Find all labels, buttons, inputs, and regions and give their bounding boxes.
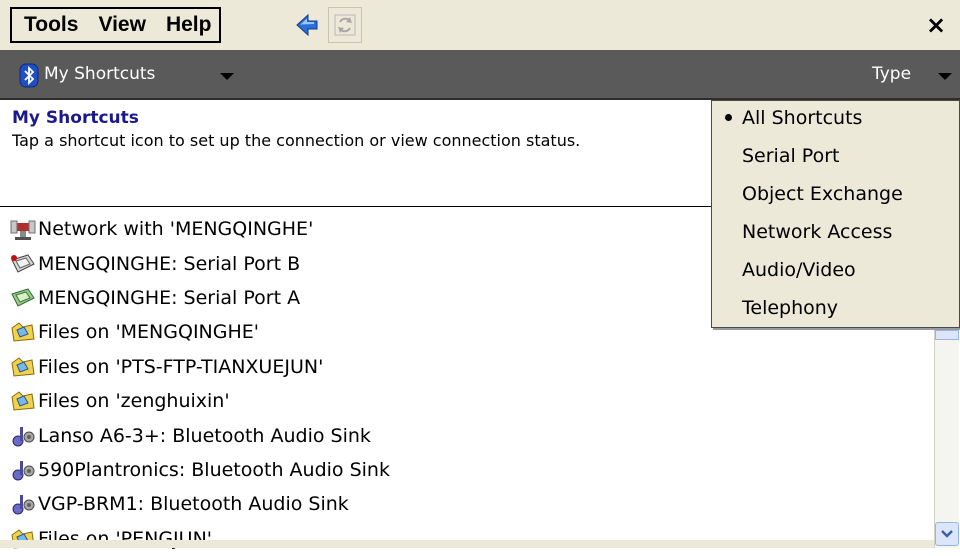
menu-bar: Tools View Help × xyxy=(0,0,960,50)
shortcut-item[interactable]: Files on 'PTS-FTP-TIANXUEJUN' xyxy=(10,350,925,384)
serial-port-icon xyxy=(10,252,36,276)
shortcut-label: MENGQINGHE: Serial Port A xyxy=(38,286,301,309)
serial-port-active-icon xyxy=(10,286,36,310)
filter-bar: My Shortcuts Type xyxy=(0,50,960,100)
type-option-network-access[interactable]: Network Access xyxy=(742,221,892,243)
chevron-down-icon xyxy=(941,530,953,538)
menu-view[interactable]: View xyxy=(98,13,145,37)
folder-icon xyxy=(10,389,36,413)
back-button[interactable] xyxy=(290,7,324,43)
folder-icon xyxy=(10,320,36,344)
shortcut-item[interactable]: 590Plantronics: Bluetooth Audio Sink xyxy=(10,453,925,487)
chevron-down-icon[interactable] xyxy=(220,73,234,80)
shortcut-item[interactable]: Files on 'zenghuixin' xyxy=(10,384,925,418)
folder-icon xyxy=(10,355,36,379)
bluetooth-icon xyxy=(19,63,39,88)
audio-icon xyxy=(10,424,36,448)
type-option-serial-port[interactable]: Serial Port xyxy=(742,145,839,167)
chevron-down-icon[interactable] xyxy=(938,73,952,80)
menu-help[interactable]: Help xyxy=(166,13,212,37)
back-arrow-icon xyxy=(296,13,318,37)
scroll-thumb[interactable] xyxy=(935,330,959,340)
type-filter-menu: All Shortcuts Serial Port Object Exchange N… xyxy=(711,100,960,328)
audio-icon xyxy=(10,458,36,482)
menu-tools[interactable]: Tools xyxy=(24,13,78,37)
selected-bullet-icon xyxy=(725,114,732,121)
type-option-telephony[interactable]: Telephony xyxy=(742,297,838,319)
vertical-scrollbar[interactable] xyxy=(934,330,959,548)
shortcut-label: Files on 'PTS-FTP-TIANXUEJUN' xyxy=(38,355,324,378)
shortcut-item[interactable]: Files on 'PENGJUN' xyxy=(10,522,925,556)
shortcut-label: Files on 'zenghuixin' xyxy=(38,390,230,413)
scroll-down-button[interactable] xyxy=(935,522,959,546)
refresh-button[interactable] xyxy=(328,7,362,43)
shortcut-label: MENGQINGHE: Serial Port B xyxy=(38,252,301,275)
type-filter-dropdown[interactable]: Type xyxy=(872,64,911,84)
page-description: Tap a shortcut icon to set up the connec… xyxy=(12,131,581,150)
refresh-icon xyxy=(334,14,356,36)
shortcut-label: Lanso A6-3+: Bluetooth Audio Sink xyxy=(38,424,371,447)
audio-icon xyxy=(10,492,36,516)
shortcut-label: 590Plantronics: Bluetooth Audio Sink xyxy=(38,458,390,481)
shortcut-filter-dropdown[interactable]: My Shortcuts xyxy=(44,64,155,84)
status-strip xyxy=(0,540,934,548)
type-option-audio-video[interactable]: Audio/Video xyxy=(742,259,856,281)
shortcut-label: Files on 'MENGQINGHE' xyxy=(38,321,260,344)
close-button[interactable]: × xyxy=(922,8,950,42)
type-option-object-exchange[interactable]: Object Exchange xyxy=(742,183,903,205)
type-option-all-shortcuts[interactable]: All Shortcuts xyxy=(742,107,862,129)
shortcut-label: Network with 'MENGQINGHE' xyxy=(38,218,314,241)
menu-group: Tools View Help xyxy=(10,7,222,43)
network-icon xyxy=(10,217,36,241)
shortcut-item[interactable]: Lanso A6-3+: Bluetooth Audio Sink xyxy=(10,418,925,452)
page-title: My Shortcuts xyxy=(12,108,139,128)
shortcut-label: VGP-BRM1: Bluetooth Audio Sink xyxy=(38,493,349,516)
shortcut-item[interactable]: VGP-BRM1: Bluetooth Audio Sink xyxy=(10,487,925,521)
